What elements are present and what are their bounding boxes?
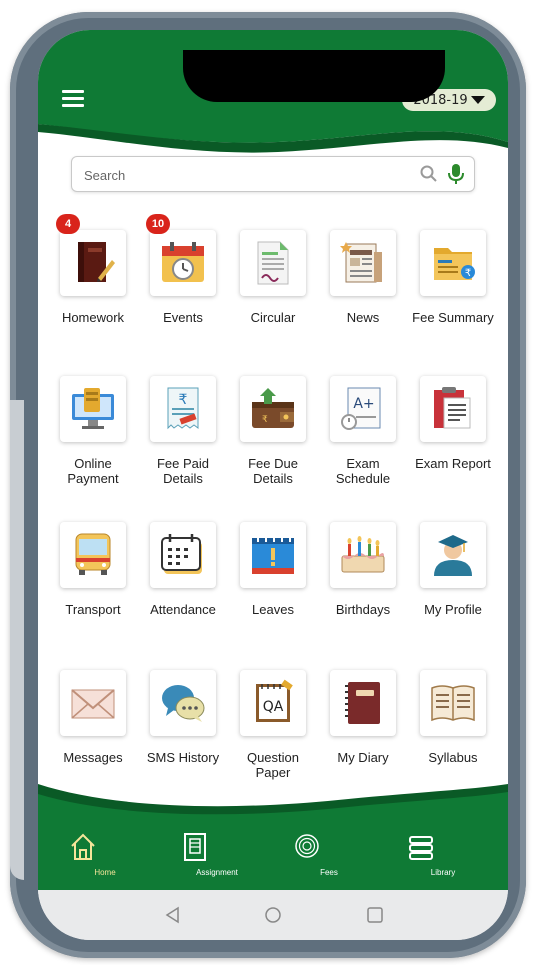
recents-square-icon[interactable] <box>366 906 384 924</box>
bottom-navigation: Home Assignment Fees Library <box>38 770 508 890</box>
nav-fees-label: Fees <box>320 868 338 877</box>
tile-label: Circular <box>250 310 296 325</box>
envelope-icon <box>60 670 126 736</box>
nav-fees[interactable]: Fees <box>294 832 364 882</box>
search-bar <box>71 156 475 192</box>
home-circle-icon[interactable] <box>264 906 282 924</box>
tile-label: Transport <box>65 602 121 617</box>
leave-calendar-icon <box>240 522 306 588</box>
birthday-cake-icon <box>330 522 396 588</box>
tile-label: My Profile <box>424 602 482 617</box>
nav-assignment-label: Assignment <box>196 868 238 877</box>
homework-count-badge: 4 <box>56 214 80 234</box>
rupee-receipt-icon: ₹ <box>150 376 216 442</box>
question-paper-text: QA <box>263 699 284 715</box>
phone-notch <box>183 50 445 102</box>
clipboard-report-icon <box>420 376 486 442</box>
tile-label: Fee Due Details <box>248 456 298 486</box>
open-book-icon <box>420 670 486 736</box>
system-navigation-bar <box>38 890 508 940</box>
nav-assignment[interactable]: Assignment <box>182 832 252 882</box>
nav-library-label: Library <box>430 868 456 877</box>
search-icon[interactable] <box>420 165 438 183</box>
back-triangle-icon[interactable] <box>164 906 182 924</box>
tile-label: Messages <box>63 750 123 765</box>
graduate-profile-icon <box>420 522 486 588</box>
nav-library[interactable]: Library <box>408 832 478 882</box>
circular-document-icon <box>240 230 306 296</box>
tile-label: Events <box>163 310 203 325</box>
tile-label: Attendance <box>150 602 216 617</box>
tile-label: Homework <box>61 310 125 325</box>
wallet-icon: ₹ <box>240 376 306 442</box>
home-icon <box>71 833 95 860</box>
dropdown-triangle-icon <box>470 96 485 104</box>
tile-label: Birthdays <box>335 602 391 617</box>
tile-label: Fee Summary <box>412 310 494 325</box>
tile-label: My Diary <box>337 750 389 765</box>
exam-grade-text: A+ <box>353 396 374 412</box>
bus-icon <box>60 522 126 588</box>
nav-home-label: Home <box>94 868 116 877</box>
calendar-clock-icon <box>150 230 216 296</box>
microphone-icon[interactable] <box>448 163 464 185</box>
phone-frame-edge <box>10 400 24 880</box>
tile-label: Fee Paid Details <box>156 456 210 486</box>
tile-label: News <box>346 310 380 325</box>
diary-icon <box>330 670 396 736</box>
homework-book-icon <box>60 230 126 296</box>
library-icon <box>409 836 433 860</box>
fees-icon <box>295 834 319 858</box>
online-payment-icon <box>60 376 126 442</box>
exam-grade-icon: A+ <box>330 376 396 442</box>
tile-label: Exam Schedule <box>335 456 391 486</box>
question-paper-icon: QA <box>240 670 306 736</box>
newspaper-icon <box>330 230 396 296</box>
search-input[interactable] <box>82 163 386 187</box>
tile-label: SMS History <box>146 750 220 765</box>
assignment-icon <box>184 833 206 861</box>
tile-label: Leaves <box>252 602 294 617</box>
tile-label: Online Payment <box>67 456 119 486</box>
app-screen: 2018-19 4 Homework <box>38 30 508 940</box>
tile-label: Syllabus <box>428 750 478 765</box>
events-count-badge: 10 <box>146 214 170 234</box>
svg-text:₹: ₹ <box>179 392 188 408</box>
tile-label: Exam Report <box>415 456 491 471</box>
chat-bubbles-icon <box>150 670 216 736</box>
nav-home[interactable]: Home <box>70 832 140 882</box>
svg-text:₹: ₹ <box>465 268 471 279</box>
attendance-calendar-icon <box>150 522 216 588</box>
hamburger-menu-icon[interactable] <box>62 90 84 108</box>
fee-summary-icon: ₹ <box>420 230 486 296</box>
svg-text:₹: ₹ <box>262 415 268 425</box>
